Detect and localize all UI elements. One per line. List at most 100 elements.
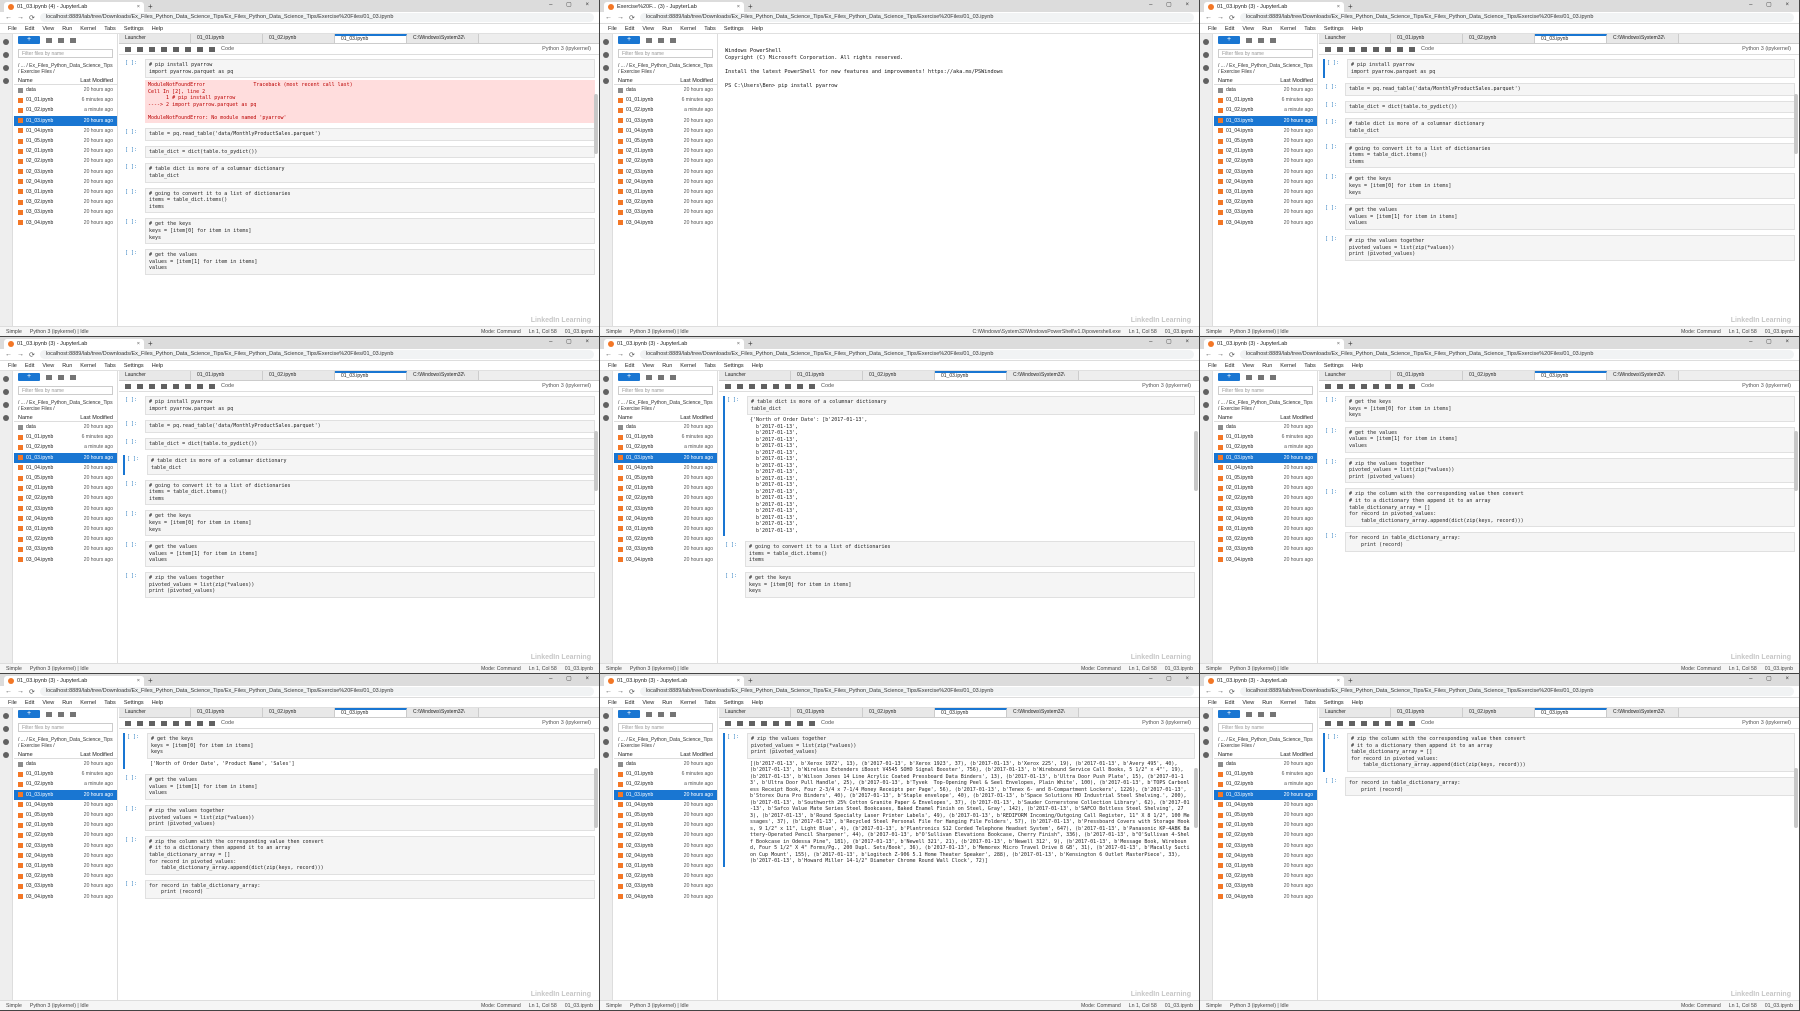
commands-icon[interactable] — [1203, 739, 1209, 745]
file-row[interactable]: 01_01.ipynb 6 minutes ago — [1214, 769, 1317, 779]
forward-icon[interactable]: → — [17, 688, 24, 695]
url-field[interactable]: localhost:8889/lab/tree/Downloads/Ex_Fil… — [639, 687, 1194, 696]
document-tab[interactable]: C:\Windows\System32\ — [1607, 34, 1679, 43]
document-tab[interactable]: Launcher — [119, 708, 191, 717]
filter-input[interactable]: Filter files by name — [618, 723, 713, 732]
paste-icon[interactable] — [173, 720, 179, 726]
document-tab[interactable]: 01_01.ipynb — [191, 708, 263, 717]
url-field[interactable]: localhost:8889/lab/tree/Downloads/Ex_Fil… — [1239, 350, 1794, 359]
menu-item[interactable]: Settings — [124, 363, 144, 369]
menu-item[interactable]: View — [642, 26, 654, 32]
filter-input[interactable]: Filter files by name — [1218, 723, 1313, 732]
file-row[interactable]: 01_04.ipynb 20 hours ago — [1214, 126, 1317, 136]
code-cell[interactable]: [ ]: # get the keys keys = [item[0] for i… — [123, 218, 595, 245]
refresh-icon[interactable] — [1270, 37, 1276, 43]
menu-item[interactable]: Help — [1352, 26, 1363, 32]
back-icon[interactable]: ← — [5, 14, 12, 21]
menu-item[interactable]: Tabs — [704, 26, 716, 32]
cell-source[interactable]: # zip the values together pivoted_values… — [1345, 457, 1795, 484]
cell-source[interactable]: # get the keys keys = [item[0] for item … — [1345, 396, 1795, 422]
code-cell[interactable]: [ ]: # zip the values together pivoted_va… — [1323, 234, 1795, 261]
file-row[interactable]: 01_05.ipynb 20 hours ago — [14, 810, 117, 820]
column-name[interactable]: Name — [18, 415, 33, 421]
add-cell-icon[interactable] — [1337, 720, 1343, 726]
copy-icon[interactable] — [1361, 720, 1367, 726]
browser-tab[interactable]: 01_03.ipynb (3) - JupyterLab × — [1204, 2, 1344, 12]
file-row[interactable]: 02_02.ipynb 20 hours ago — [614, 493, 717, 503]
file-row[interactable]: 01_05.ipynb 20 hours ago — [14, 136, 117, 146]
refresh-icon[interactable] — [670, 711, 676, 717]
upload-icon[interactable] — [58, 374, 64, 380]
column-last-modified[interactable]: Last Modified — [1280, 415, 1313, 421]
menu-item[interactable]: Run — [1262, 363, 1272, 369]
restart-icon[interactable] — [1409, 383, 1415, 389]
cell-source[interactable]: # get the keys keys = [item[0] for item … — [145, 510, 595, 537]
menu-item[interactable]: Run — [62, 363, 72, 369]
cell-type-select[interactable]: Code — [1421, 46, 1434, 52]
code-cell[interactable]: [ ]: # going to convert it to a list of d… — [723, 541, 1195, 567]
breadcrumb[interactable]: / ... / Ex_Files_Python_Data_Science_Tip… — [1214, 61, 1317, 77]
document-tab[interactable]: 01_02.ipynb — [263, 708, 335, 717]
back-icon[interactable]: ← — [1205, 351, 1212, 358]
document-tab[interactable]: 01_02.ipynb — [263, 34, 335, 43]
menu-item[interactable]: View — [42, 26, 54, 32]
file-row[interactable]: 02_02.ipynb 20 hours ago — [614, 156, 717, 166]
file-row[interactable]: 03_02.ipynb 20 hours ago — [1214, 197, 1317, 207]
file-row[interactable]: 02_04.ipynb 20 hours ago — [614, 851, 717, 861]
cell-source[interactable]: # pip install pyarrow import pyarrow.par… — [1347, 59, 1795, 79]
window-controls[interactable]: – ▢ × — [549, 675, 595, 682]
menu-item[interactable]: Tabs — [104, 700, 116, 706]
forward-icon[interactable]: → — [617, 14, 624, 21]
add-cell-icon[interactable] — [137, 383, 143, 389]
document-tab[interactable]: C:\Windows\System32\ — [1007, 371, 1079, 380]
cell-source[interactable]: # zip the column with the corresponding … — [1345, 488, 1795, 528]
browser-tab[interactable]: 01_03.ipynb (3) - JupyterLab × — [1204, 676, 1344, 686]
close-icon[interactable]: × — [1337, 678, 1340, 684]
restart-icon[interactable] — [209, 46, 215, 52]
extension-icon[interactable] — [603, 415, 609, 421]
cell-source[interactable]: for record in table_dictionary_array: pr… — [1345, 776, 1795, 797]
close-icon[interactable]: × — [737, 678, 740, 684]
run-icon[interactable] — [1385, 720, 1391, 726]
file-row[interactable]: 01_03.ipynb 20 hours ago — [1214, 115, 1317, 126]
restart-icon[interactable] — [809, 383, 815, 389]
copy-icon[interactable] — [1361, 46, 1367, 52]
new-tab-icon[interactable]: + — [148, 339, 153, 349]
menu-item[interactable]: Kernel — [1280, 363, 1296, 369]
new-launcher-button[interactable]: + — [618, 373, 640, 381]
copy-icon[interactable] — [761, 720, 767, 726]
file-row[interactable]: 03_01.ipynb 20 hours ago — [14, 187, 117, 197]
new-folder-icon[interactable] — [1246, 374, 1252, 380]
menu-item[interactable]: File — [8, 363, 17, 369]
menu-item[interactable]: Edit — [1225, 363, 1234, 369]
menu-item[interactable]: Help — [152, 26, 163, 32]
menu-item[interactable]: Help — [152, 363, 163, 369]
cell-source[interactable]: # zip the values together pivoted_values… — [747, 733, 1195, 759]
menu-item[interactable]: Kernel — [680, 26, 696, 32]
add-cell-icon[interactable] — [137, 720, 143, 726]
running-icon[interactable] — [1203, 726, 1209, 732]
code-cell[interactable]: [ ]: # zip the column with the correspond… — [1323, 488, 1795, 528]
file-row[interactable]: 03_03.ipynb 20 hours ago — [14, 207, 117, 217]
file-row[interactable]: 02_04.ipynb 20 hours ago — [14, 514, 117, 524]
menu-item[interactable]: File — [1208, 700, 1217, 706]
code-cell[interactable]: [ ]: # zip the values together pivoted_va… — [1323, 457, 1795, 484]
file-row[interactable]: data 20 hours ago — [614, 85, 717, 95]
code-cell[interactable]: [ ]: for record in table_dictionary_array… — [1323, 776, 1795, 797]
code-cell[interactable]: [ ]: # zip the values together pivoted_va… — [123, 571, 595, 598]
file-row[interactable]: 01_05.ipynb 20 hours ago — [614, 810, 717, 820]
file-row[interactable]: 01_03.ipynb 20 hours ago — [1214, 789, 1317, 800]
menu-item[interactable]: Settings — [724, 26, 744, 32]
menu-item[interactable]: Settings — [124, 26, 144, 32]
code-cell[interactable]: [ ]: # going to convert it to a list of d… — [123, 187, 595, 214]
commands-icon[interactable] — [3, 65, 9, 71]
breadcrumb[interactable]: / ... / Ex_Files_Python_Data_Science_Tip… — [614, 735, 717, 751]
new-tab-icon[interactable]: + — [748, 2, 753, 12]
code-cell[interactable]: [ ]: table_dict = dict(table.to_pydict()) — [1323, 100, 1795, 114]
back-icon[interactable]: ← — [605, 688, 612, 695]
restart-icon[interactable] — [209, 720, 215, 726]
column-name[interactable]: Name — [618, 78, 633, 84]
restart-icon[interactable] — [809, 720, 815, 726]
file-row[interactable]: 01_03.ipynb 20 hours ago — [614, 116, 717, 126]
menu-item[interactable]: Run — [1262, 26, 1272, 32]
